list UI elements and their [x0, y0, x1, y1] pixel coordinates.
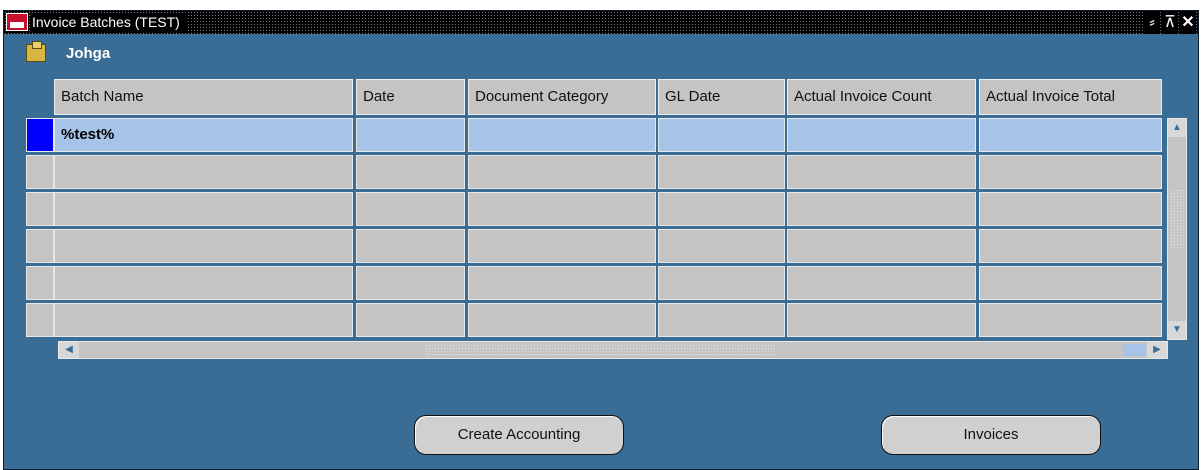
cell-gl-date[interactable] [658, 155, 785, 189]
cell-document-category[interactable] [468, 118, 656, 152]
cell-document-category[interactable] [468, 192, 656, 226]
title-bar[interactable]: Invoice Batches (TEST) ⸗ ⊼ ✕ [4, 11, 1198, 34]
cell-actual-invoice-total[interactable] [979, 229, 1162, 263]
row-indicator[interactable] [26, 118, 54, 152]
column-header-date[interactable]: Date [356, 79, 465, 115]
invoices-button[interactable]: Invoices [881, 415, 1101, 455]
cell-date[interactable] [356, 266, 465, 300]
cell-gl-date[interactable] [658, 303, 785, 337]
column-header-batch-name[interactable]: Batch Name [54, 79, 353, 115]
cell-document-category[interactable] [468, 266, 656, 300]
cell-actual-invoice-total[interactable] [979, 192, 1162, 226]
horizontal-scroll-thumb[interactable] [425, 344, 775, 356]
cell-date[interactable] [356, 192, 465, 226]
cell-document-category[interactable] [468, 155, 656, 189]
cell-actual-invoice-count[interactable] [787, 266, 976, 300]
scroll-up-icon[interactable]: ▲ [1168, 119, 1186, 137]
cell-gl-date[interactable] [658, 266, 785, 300]
cell-date[interactable] [356, 303, 465, 337]
cell-date[interactable] [356, 229, 465, 263]
cell-actual-invoice-total[interactable] [979, 118, 1162, 152]
column-header-gl-date[interactable]: GL Date [658, 79, 785, 115]
create-accounting-button[interactable]: Create Accounting [414, 415, 624, 455]
cell-document-category[interactable] [468, 303, 656, 337]
cell-actual-invoice-count[interactable] [787, 118, 976, 152]
cell-gl-date[interactable] [658, 118, 785, 152]
cell-actual-invoice-total[interactable] [979, 155, 1162, 189]
vertical-scrollbar[interactable]: ▲ ▼ [1167, 118, 1187, 340]
scroll-right-icon[interactable]: ▶ [1147, 342, 1167, 358]
row-indicator[interactable] [26, 155, 54, 189]
scroll-down-icon[interactable]: ▼ [1168, 321, 1186, 339]
horizontal-scrollbar[interactable]: ◀ ▶ [58, 341, 1168, 359]
cell-actual-invoice-count[interactable] [787, 303, 976, 337]
cell-gl-date[interactable] [658, 229, 785, 263]
folder-open-icon[interactable] [26, 41, 46, 62]
scroll-thumb[interactable] [1170, 189, 1184, 249]
cell-gl-date[interactable] [658, 192, 785, 226]
horizontal-scroll-position [1123, 344, 1145, 356]
folder-name: Johga [66, 45, 111, 62]
maximize-icon[interactable]: ⊼ [1162, 11, 1178, 34]
row-indicator[interactable] [26, 266, 54, 300]
cell-actual-invoice-total[interactable] [979, 303, 1162, 337]
scroll-left-icon[interactable]: ◀ [59, 342, 79, 358]
cell-actual-invoice-total[interactable] [979, 266, 1162, 300]
invoice-batches-window: Invoice Batches (TEST) ⸗ ⊼ ✕ Johga Batch… [3, 10, 1199, 470]
cell-batch-name[interactable] [54, 192, 353, 226]
row-indicator[interactable] [26, 192, 54, 226]
cell-batch-name[interactable] [54, 229, 353, 263]
cell-date[interactable] [356, 118, 465, 152]
cell-actual-invoice-count[interactable] [787, 192, 976, 226]
row-indicator[interactable] [26, 229, 54, 263]
minimize-icon[interactable]: ⸗ [1144, 11, 1160, 34]
cell-actual-invoice-count[interactable] [787, 229, 976, 263]
cell-document-category[interactable] [468, 229, 656, 263]
row-indicator[interactable] [26, 303, 54, 337]
close-icon[interactable]: ✕ [1180, 11, 1196, 34]
window-title: Invoice Batches (TEST) [32, 14, 188, 31]
cell-batch-name[interactable] [54, 303, 353, 337]
cell-batch-name[interactable] [54, 266, 353, 300]
column-header-actual-invoice-total[interactable]: Actual Invoice Total [979, 79, 1162, 115]
oracle-app-icon [6, 13, 28, 31]
column-header-document-category[interactable]: Document Category [468, 79, 656, 115]
cell-actual-invoice-count[interactable] [787, 155, 976, 189]
cell-batch-name[interactable]: %test% [54, 118, 353, 152]
column-header-actual-invoice-count[interactable]: Actual Invoice Count [787, 79, 976, 115]
cell-date[interactable] [356, 155, 465, 189]
cell-batch-name[interactable] [54, 155, 353, 189]
